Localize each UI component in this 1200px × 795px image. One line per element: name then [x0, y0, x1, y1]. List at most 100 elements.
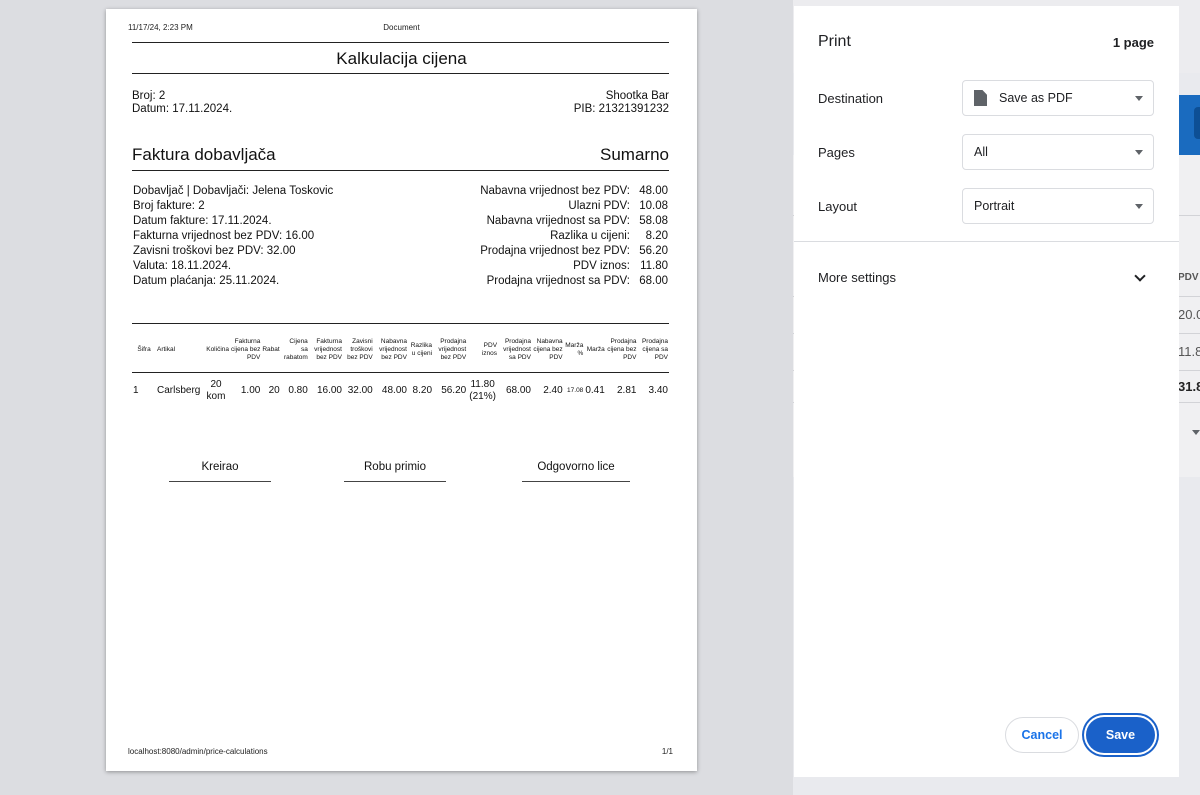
table-cell: 32.00	[347, 385, 373, 397]
pages-select[interactable]: All	[962, 134, 1154, 170]
table-cell: 1	[133, 385, 139, 397]
summary-label: Razlika u cijeni:	[550, 230, 630, 242]
summary-label: Nabavna vrijednost bez PDV:	[480, 185, 630, 197]
page-count: 1 page	[1112, 35, 1154, 50]
destination-value: Save as PDF	[999, 91, 1073, 105]
table-cell: 1.00	[240, 385, 261, 397]
summary-row: Prodajna vrijednost bez PDV: 56.20	[408, 244, 668, 259]
summary-row: Ulazni PDV: 10.08	[408, 199, 668, 214]
signature-line	[169, 481, 271, 482]
summary-value: 56.20	[639, 245, 668, 257]
info-line: Datum fakture: 17.11.2024.	[133, 215, 272, 227]
signature-line	[522, 481, 630, 482]
signature-line	[344, 481, 446, 482]
table-cell: 56.20	[441, 385, 467, 397]
col-header: Cijena sa rabatom	[280, 328, 309, 373]
chevron-down-icon	[1135, 204, 1143, 209]
background-cell: 31.8	[1178, 379, 1200, 394]
background-banner-right	[1178, 95, 1200, 155]
col-header: Fakturna cijena bez PDV	[230, 328, 262, 373]
col-header: Prodajna cijena bez PDV	[605, 328, 638, 373]
table-cell: 0.41	[585, 385, 605, 397]
summary-label: Ulazni PDV:	[568, 200, 630, 212]
table-cell: 2.40	[543, 385, 563, 397]
section-title-invoice: Faktura dobavljača	[132, 145, 276, 164]
print-preview-area: 11/17/24, 2:23 PM Document Kalkulacija c…	[0, 0, 793, 795]
table-cell: 3.40	[648, 385, 668, 397]
col-header: Zavisni troškovi bez PDV	[342, 328, 374, 373]
summary-row: Nabavna vrijednost bez PDV: 48.00	[408, 184, 668, 199]
save-button[interactable]: Save	[1086, 717, 1155, 753]
cancel-button[interactable]: Cancel	[1005, 717, 1079, 753]
chevron-down-icon	[1135, 150, 1143, 155]
table-cell: Carlsberg	[157, 385, 201, 397]
summary-label: Prodajna vrijednost bez PDV:	[480, 245, 630, 257]
summary-row: Nabavna vrijednost sa PDV: 58.08	[408, 214, 668, 229]
summary-info: Nabavna vrijednost bez PDV: 48.00 Ulazni …	[408, 184, 668, 289]
col-header: PDV iznos	[467, 328, 499, 373]
items-table: Šifra Artikal Količina Fakturna cijena b…	[132, 328, 669, 410]
info-line: Valuta: 18.11.2024.	[133, 260, 232, 272]
background-caret-icon	[1192, 430, 1200, 435]
table-header-row: Šifra Artikal Količina Fakturna cijena b…	[132, 328, 669, 373]
background-button	[1194, 107, 1200, 139]
print-settings-panel: Print 1 page Destination Save as PDF Pag…	[794, 6, 1179, 777]
background-cell: 20.0	[1178, 307, 1200, 322]
table-cell: 48.00	[381, 385, 407, 397]
summary-value: 48.00	[639, 185, 668, 197]
signature-label: Kreirao	[201, 461, 239, 473]
col-header: Količina	[202, 328, 230, 373]
summary-label: Prodajna vrijednost sa PDV:	[486, 275, 630, 287]
signature-label: Odgovorno lice	[537, 461, 615, 473]
summary-value: 58.08	[639, 215, 668, 227]
signature-label: Robu primio	[364, 461, 426, 473]
doc-date: Datum: 17.11.2024.	[132, 103, 233, 115]
info-line: Dobavljač | Dobavljači: Jelena Toskovic	[133, 185, 334, 197]
chevron-down-icon	[1135, 96, 1143, 101]
page-title: Kalkulacija cijena	[336, 49, 467, 68]
destination-select[interactable]: Save as PDF	[962, 80, 1154, 116]
table-cell: 11.80 (21%)	[469, 379, 496, 403]
col-header: Marža %	[563, 328, 585, 373]
layout-select[interactable]: Portrait	[962, 188, 1154, 224]
section-title-summary: Sumarno	[600, 145, 669, 164]
col-header: Nabavna cijena bez PDV	[531, 328, 564, 373]
info-line: Fakturna vrijednost bez PDV: 16.00	[133, 230, 315, 242]
table-cell: 20	[268, 385, 280, 397]
summary-row: Razlika u cijeni: 8.20	[408, 229, 668, 244]
col-header: Prodajna cijena sa PDV	[637, 328, 669, 373]
expand-chevron-icon[interactable]	[1134, 270, 1146, 282]
company-pib: PIB: 21321391232	[573, 103, 669, 115]
rule	[132, 323, 669, 324]
summary-value: 10.08	[639, 200, 668, 212]
signature-created: Kreirao	[169, 461, 271, 482]
invoice-info: Dobavljač | Dobavljači: Jelena Toskovic …	[133, 184, 333, 289]
col-header: Fakturna vrijednost bez PDV	[308, 328, 343, 373]
print-doc-title: Document	[383, 23, 420, 32]
rule	[132, 73, 669, 74]
col-header: Šifra	[132, 328, 156, 373]
col-header: Rabat	[261, 328, 281, 373]
summary-label: Nabavna vrijednost sa PDV:	[486, 215, 630, 227]
summary-label: PDV iznos:	[573, 260, 630, 272]
table-cell: 17.08	[567, 387, 584, 395]
layout-value: Portrait	[974, 199, 1015, 213]
summary-value: 68.00	[639, 275, 668, 287]
preview-page: 11/17/24, 2:23 PM Document Kalkulacija c…	[106, 9, 697, 771]
col-header: Marža	[584, 328, 606, 373]
rule	[132, 170, 669, 171]
layout-label: Layout	[818, 199, 858, 214]
background-col-header: PDV	[1178, 272, 1199, 283]
table-row: 1 Carlsberg 20 kom 1.00 20 0.80 16.00 32…	[132, 372, 669, 410]
more-settings-toggle[interactable]: More settings	[818, 270, 896, 285]
background-cell: 11.8	[1178, 344, 1200, 359]
signature-received: Robu primio	[344, 461, 446, 482]
info-line: Zavisni troškovi bez PDV: 32.00	[133, 245, 296, 257]
table-cell: 0.80	[288, 385, 308, 397]
table-cell: 2.81	[617, 385, 637, 397]
col-header: Razlika u cijeni	[407, 328, 434, 373]
summary-row: PDV iznos: 11.80	[408, 259, 668, 274]
info-line: Datum plaćanja: 25.11.2024.	[133, 275, 280, 287]
summary-value: 11.80	[640, 260, 668, 272]
info-line: Broj fakture: 2	[133, 200, 205, 212]
